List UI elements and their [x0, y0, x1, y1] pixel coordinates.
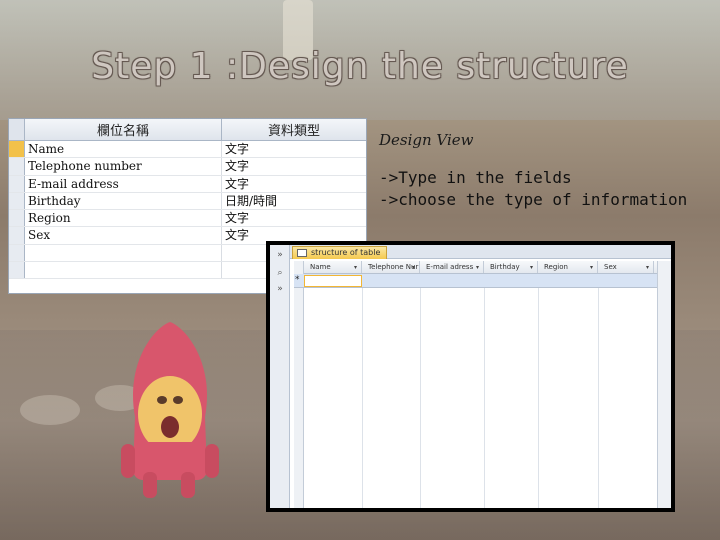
data-type-header[interactable]: 資料類型	[222, 119, 366, 140]
row-selector-corner[interactable]	[9, 119, 25, 140]
field-name-cell[interactable]: Telephone number	[25, 158, 222, 175]
expand-chevron-icon[interactable]: »	[274, 283, 286, 295]
field-name-cell[interactable]: Region	[25, 210, 222, 227]
tab-structure-of-table[interactable]: structure of table	[292, 246, 388, 259]
grid-line	[598, 274, 599, 508]
row-selector[interactable]	[9, 158, 25, 175]
chevron-down-icon: ▾	[645, 264, 649, 271]
instruction-line: ->Type in the fields	[379, 168, 572, 187]
table-row[interactable]: Telephone number 文字	[9, 158, 366, 176]
search-icon[interactable]: ⌕	[274, 267, 286, 279]
table-row[interactable]: Birthday 日期/時間	[9, 192, 366, 211]
data-type-cell[interactable]: 文字	[222, 141, 366, 157]
chevron-down-icon: ▾	[589, 264, 593, 271]
row-selector[interactable]	[9, 210, 25, 227]
row-selector[interactable]	[9, 262, 25, 279]
expand-chevron-icon[interactable]: »	[274, 249, 286, 261]
field-name-cell[interactable]	[25, 244, 222, 262]
background-blob	[20, 395, 80, 425]
grid-line	[420, 274, 421, 508]
active-cell[interactable]	[304, 275, 362, 287]
column-header-row: Name ▾ Telephone Nur ▾ E-mail adress ▾ Birt…	[304, 261, 657, 274]
column-header[interactable]: Region ▾	[538, 261, 598, 273]
design-view-label: Design View	[379, 131, 474, 149]
record-selector-column[interactable]	[294, 261, 304, 508]
table-row[interactable]: E-mail address 文字	[9, 175, 366, 193]
slide-title: Step 1 :Design the structure	[91, 46, 629, 87]
data-type-cell[interactable]: 日期/時間	[222, 193, 366, 209]
row-selector[interactable]	[9, 244, 25, 262]
column-header[interactable]: Birthday ▾	[484, 261, 538, 273]
row-selector[interactable]	[9, 192, 25, 210]
chevron-down-icon: ▾	[353, 264, 357, 271]
chevron-down-icon: ▾	[411, 264, 415, 271]
new-record-marker: *	[295, 275, 300, 285]
new-record-row[interactable]: *	[294, 274, 657, 288]
column-header[interactable]: Telephone Nur ▾	[362, 261, 420, 273]
table-icon	[297, 249, 307, 257]
chevron-down-icon: ▾	[529, 264, 533, 271]
table-row[interactable]: Region 文字	[9, 210, 366, 228]
column-header[interactable]: E-mail adress ▾	[420, 261, 484, 273]
field-name-cell[interactable]: E-mail address	[25, 175, 222, 192]
grid-line	[538, 274, 539, 508]
design-view-header-row: 欄位名稱 資料類型	[9, 119, 366, 141]
instruction-line: ->choose the type of information	[379, 190, 688, 209]
row-selector[interactable]	[9, 227, 25, 244]
navigation-pane-collapsed[interactable]: » ⌕ »	[270, 245, 290, 508]
data-type-cell[interactable]: 文字	[222, 210, 366, 226]
field-name-cell[interactable]: Name	[25, 141, 222, 158]
table-row[interactable]: Name 文字	[9, 141, 366, 159]
row-selector[interactable]	[9, 175, 25, 192]
field-name-cell[interactable]	[25, 262, 222, 279]
tab-label: structure of table	[311, 248, 381, 257]
datasheet-view-frame: » ⌕ » structure of table Name ▾ Telephone…	[266, 241, 675, 512]
row-selector[interactable]	[9, 141, 25, 158]
column-header[interactable]: Sex ▾	[598, 261, 654, 273]
document-tab-bar: structure of table	[290, 245, 671, 259]
data-type-cell[interactable]: 文字	[222, 176, 366, 192]
grid-line	[484, 274, 485, 508]
pink-character-illustration	[121, 322, 219, 498]
field-name-header[interactable]: 欄位名稱	[25, 119, 222, 140]
vertical-scrollbar[interactable]	[657, 261, 671, 508]
data-type-cell[interactable]: 文字	[222, 158, 366, 174]
chevron-down-icon: ▾	[475, 264, 479, 271]
grid-line	[362, 274, 363, 508]
column-header[interactable]: Name ▾	[304, 261, 362, 273]
field-name-cell[interactable]: Birthday	[25, 192, 222, 210]
field-name-cell[interactable]: Sex	[25, 227, 222, 244]
datasheet-view: » ⌕ » structure of table Name ▾ Telephone…	[270, 245, 671, 508]
